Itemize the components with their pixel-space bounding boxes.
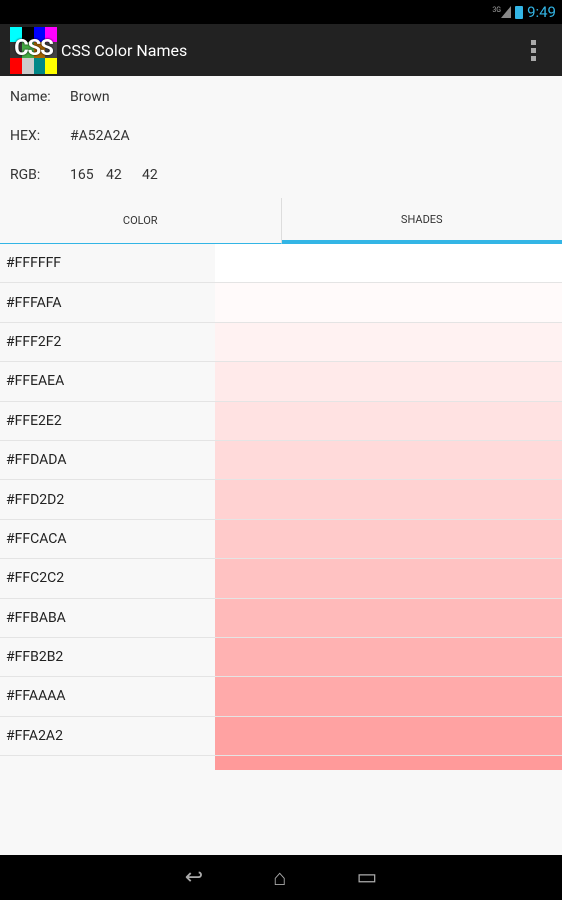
shade-row[interactable]: #FFFFFF — [0, 244, 562, 284]
shade-hex: #FFFAFA — [6, 294, 62, 311]
shade-hex: #FFD2D2 — [6, 491, 65, 508]
app-title: CSS Color Names — [61, 40, 188, 60]
shade-hex: #FFDADA — [6, 452, 67, 469]
shade-row[interactable]: #FFC2C2 — [0, 559, 562, 599]
shade-swatch — [215, 480, 562, 519]
shade-row[interactable]: #FFD2D2 — [0, 480, 562, 520]
shade-row[interactable]: #FFB2B2 — [0, 637, 562, 678]
shade-row[interactable]: #FFFAFA — [0, 283, 562, 323]
action-bar: CSS CSS Color Names — [0, 24, 562, 76]
shade-hex: #FFFFFF — [6, 255, 62, 272]
status-bar: 3G 9:49 — [0, 0, 562, 24]
shade-row[interactable]: #FFBABA — [0, 598, 562, 638]
home-icon[interactable]: ⌂ — [273, 865, 286, 891]
shade-swatch — [215, 677, 562, 716]
shade-swatch — [215, 322, 562, 362]
shade-swatch — [215, 401, 562, 440]
shade-swatch — [215, 598, 562, 637]
tab-shades[interactable]: SHADES — [281, 198, 562, 244]
rgb-b: 42 — [142, 166, 158, 183]
shade-swatch — [215, 362, 562, 401]
navigation-bar: ↩ ⌂ ▭ — [0, 855, 562, 900]
name-label: Name: — [10, 88, 51, 105]
color-name: Brown — [70, 88, 110, 105]
app-logo: CSS — [10, 26, 57, 74]
shades-list: #FFFFFF #FFFAFA #FFF2F2 #FFEAEA #FFE2E2 #FFDA… — [0, 244, 562, 757]
shade-swatch — [215, 440, 562, 480]
shade-swatch-partial — [215, 756, 562, 771]
battery-icon — [515, 5, 524, 19]
shade-hex: #FFF2F2 — [6, 333, 62, 350]
shade-swatch — [215, 244, 562, 283]
shade-row[interactable]: #FFE2E2 — [0, 401, 562, 441]
shade-swatch — [215, 559, 562, 598]
back-icon[interactable]: ↩ — [185, 865, 203, 890]
tab-bar: COLOR SHADES — [0, 198, 562, 244]
hex-value: #A52A2A — [70, 127, 130, 144]
shade-row[interactable]: #FFA2A2 — [0, 716, 562, 757]
shade-hex: #FFA2A2 — [6, 727, 63, 744]
shade-row[interactable]: #FFDADA — [0, 440, 562, 481]
tab-color[interactable]: COLOR — [0, 198, 282, 244]
shade-row[interactable]: #FFEAEA — [0, 362, 562, 402]
color-info: Name: Brown HEX: #A52A2A RGB: 165 42 42 — [0, 77, 562, 194]
clock: 9:49 — [527, 3, 556, 21]
shade-swatch — [215, 519, 562, 559]
overflow-menu-icon[interactable] — [531, 40, 536, 61]
hex-label: HEX: — [10, 127, 41, 144]
shade-hex: #FFC2C2 — [6, 570, 65, 587]
shade-hex: #FFEAEA — [6, 373, 65, 390]
shade-row[interactable]: #FFCACA — [0, 519, 562, 560]
shade-swatch — [215, 637, 562, 677]
signal-icon: 3G — [492, 6, 512, 18]
rgb-label: RGB: — [10, 166, 41, 183]
shade-row[interactable]: #FFAAAA — [0, 677, 562, 717]
rgb-g: 42 — [106, 166, 122, 183]
shade-swatch — [215, 716, 562, 756]
shade-hex: #FFB2B2 — [6, 649, 64, 666]
recents-icon[interactable]: ▭ — [356, 865, 377, 890]
rgb-r: 165 — [70, 166, 94, 183]
shade-hex: #FFAAAA — [6, 688, 66, 705]
shade-hex: #FFE2E2 — [6, 412, 62, 429]
shade-swatch — [215, 283, 562, 322]
shade-hex: #FFBABA — [6, 609, 66, 626]
shade-hex: #FFCACA — [6, 530, 67, 547]
shade-row[interactable]: #FFF2F2 — [0, 322, 562, 363]
